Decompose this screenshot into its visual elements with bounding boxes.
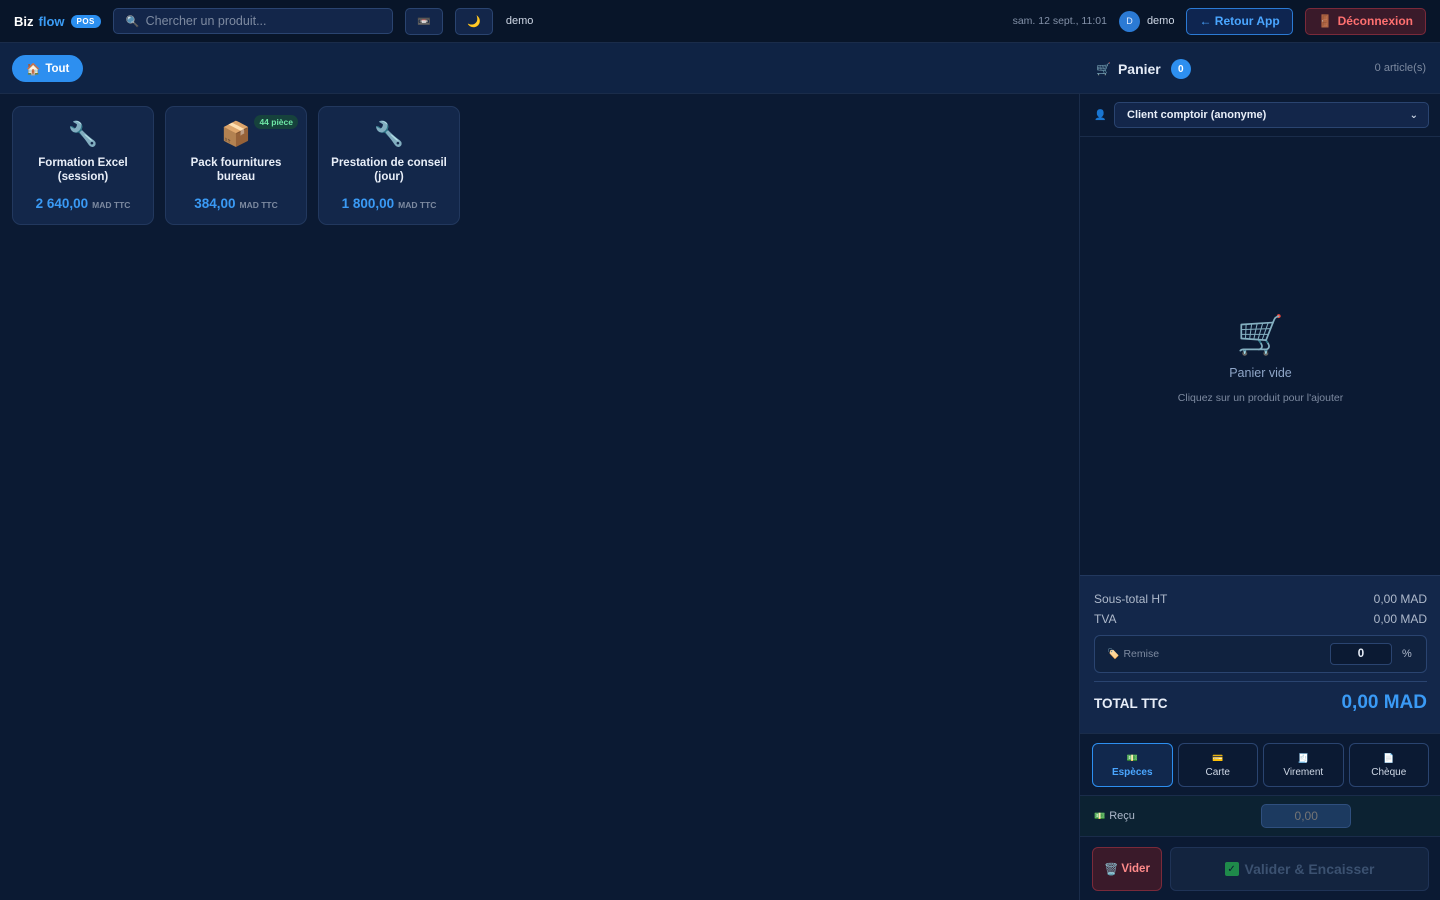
tva-row: TVA 0,00 MAD [1094,612,1427,626]
door-icon: 🚪 [1317,14,1333,28]
wrench-icon: 🔧 [374,121,404,148]
client-row: 👤 Client comptoir (anonyme) ⌄ [1080,94,1440,137]
price-currency: MAD TTC [239,200,278,210]
subtotal-label: Sous-total HT [1094,592,1168,606]
payment-cash-button[interactable]: 💵 Espèces [1092,743,1173,787]
moon-icon: 🌙 [467,15,481,28]
cassette-icon: 📼 [417,15,431,28]
brand-logo[interactable]: Biz flow POS [14,14,101,29]
discount-unit: % [1402,648,1412,660]
empty-cart: 🛒 Panier vide Cliquez sur un produit pou… [1080,314,1440,404]
cart-header: 🛒 Panier 0 [1096,59,1191,79]
datetime: sam. 12 sept., 11:01 [1012,15,1107,27]
product-price: 1 800,00 MAD TTC [342,196,437,211]
product-price: 2 640,00 MAD TTC [36,196,131,211]
payment-label: Virement [1283,766,1324,778]
price-currency: MAD TTC [398,200,437,210]
trash-icon: 🗑️ [1104,864,1119,876]
cart-actions: 🗑️ Vider ✓ Valider & Encaisser [1080,836,1440,900]
cash-icon: 💵 [1094,810,1106,821]
product-grid: 🔧 Formation Excel (session) 2 640,00 MAD… [12,106,460,225]
article-count: 0 article(s) [1374,62,1426,74]
payment-transfer-button[interactable]: 🧾 Virement [1263,743,1344,787]
product-name: Formation Excel (session) [38,157,128,183]
subtotal-row: Sous-total HT 0,00 MAD [1094,592,1427,606]
brand-biz: Biz [14,13,34,29]
credit-card-icon: 💳 [1212,752,1224,763]
empty-cart-hint: Cliquez sur un produit pour l'ajouter [1177,392,1344,404]
price-value: 384,00 [194,196,236,211]
product-name: Prestation de conseil (jour) [331,157,447,183]
client-select[interactable]: Client comptoir (anonyme) ⌄ [1114,102,1429,128]
user-name: demo [1146,15,1175,27]
price-currency: MAD TTC [92,200,131,210]
product-card[interactable]: 44 pièce 📦 Pack fournitures bureau 384,0… [165,106,307,225]
total-label: TOTAL TTC [1094,695,1168,711]
received-label: Reçu [1109,810,1135,822]
category-chip-all[interactable]: 🏠 Tout [12,55,84,82]
logout-label: Déconnexion [1337,14,1413,28]
empty-cart-title: Panier vide [1229,366,1292,380]
user-icon: 👤 [1094,109,1107,121]
discount-row: 🏷️ Remise % [1094,635,1427,673]
clear-cart-button[interactable]: 🗑️ Vider [1092,847,1162,891]
validate-checkout-button[interactable]: ✓ Valider & Encaisser [1170,847,1429,891]
pos-badge: POS [70,14,101,28]
payment-label: Chèque [1371,766,1407,778]
payment-methods: 💵 Espèces 💳 Carte 🧾 Virement 📄 Chèque [1080,733,1440,795]
receipt-icon: 🧾 [1297,752,1309,763]
product-price: 384,00 MAD TTC [194,196,278,211]
tva-value: 0,00 MAD [1373,612,1427,626]
cash-register-button[interactable]: 📼 [404,7,443,35]
document-icon: 📄 [1383,752,1395,763]
cart-empty-icon: 🛒 [1236,315,1285,357]
category-label: Tout [45,62,70,75]
theme-toggle-button[interactable]: 🌙 [454,7,493,35]
category-bar: 🏠 Tout 🛒 Panier 0 0 article(s) [0,43,1440,94]
product-card[interactable]: 🔧 Prestation de conseil (jour) 1 800,00 … [318,106,460,225]
subtotal-value: 0,00 MAD [1373,592,1427,606]
payment-label: Carte [1205,766,1230,778]
tva-label: TVA [1094,612,1117,626]
product-card[interactable]: 🔧 Formation Excel (session) 2 640,00 MAD… [12,106,154,225]
total-value: 0,00 MAD [1341,692,1427,713]
search-input[interactable] [145,14,380,28]
check-icon: ✓ [1224,862,1239,876]
tag-icon: 🏷️ [1107,648,1120,660]
search-box[interactable]: 🔍 [112,8,393,34]
stock-badge: 44 pièce [254,115,298,129]
cart-icon: 🛒 [1096,62,1111,76]
totals-section: Sous-total HT 0,00 MAD TVA 0,00 MAD 🏷️ R… [1080,575,1440,733]
price-value: 2 640,00 [35,196,89,211]
discount-input[interactable] [1330,643,1392,665]
wrench-icon: 🔧 [68,121,98,148]
logout-button[interactable]: 🚪 Déconnexion [1304,7,1426,35]
search-icon: 🔍 [125,15,140,28]
price-value: 1 800,00 [341,196,395,211]
payment-cheque-button[interactable]: 📄 Chèque [1348,743,1429,787]
payment-label: Espèces [1111,766,1153,778]
brand-flow: flow [38,13,65,29]
discount-label: Remise [1123,648,1160,660]
session-user: demo [505,15,534,27]
box-icon: 📦 [221,121,251,148]
product-name: Pack fournitures bureau [190,157,282,183]
payment-card-button[interactable]: 💳 Carte [1177,743,1258,787]
top-bar: Biz flow POS 🔍 📼 🌙 demo sam. 12 sept., 1… [0,0,1440,43]
chevron-down-icon: ⌄ [1409,109,1418,121]
cart-count-badge: 0 [1170,59,1191,79]
client-selected: Client comptoir (anonyme) [1127,109,1267,121]
avatar[interactable]: D [1118,10,1140,32]
home-icon: 🏠 [26,63,41,76]
validate-label: Valider & Encaisser [1244,861,1375,877]
received-amount-input[interactable] [1261,804,1352,828]
cart-panel: 👤 Client comptoir (anonyme) ⌄ 🛒 Panier v… [1079,94,1440,900]
back-to-app-label: ← Retour App [1199,14,1280,28]
cart-title: Panier [1117,61,1161,77]
cash-icon: 💵 [1126,752,1138,763]
clear-label: Vider [1121,863,1150,875]
back-to-app-button[interactable]: ← Retour App [1186,7,1293,35]
total-row: TOTAL TTC 0,00 MAD [1094,681,1427,714]
received-row: 💵 Reçu [1080,795,1440,836]
